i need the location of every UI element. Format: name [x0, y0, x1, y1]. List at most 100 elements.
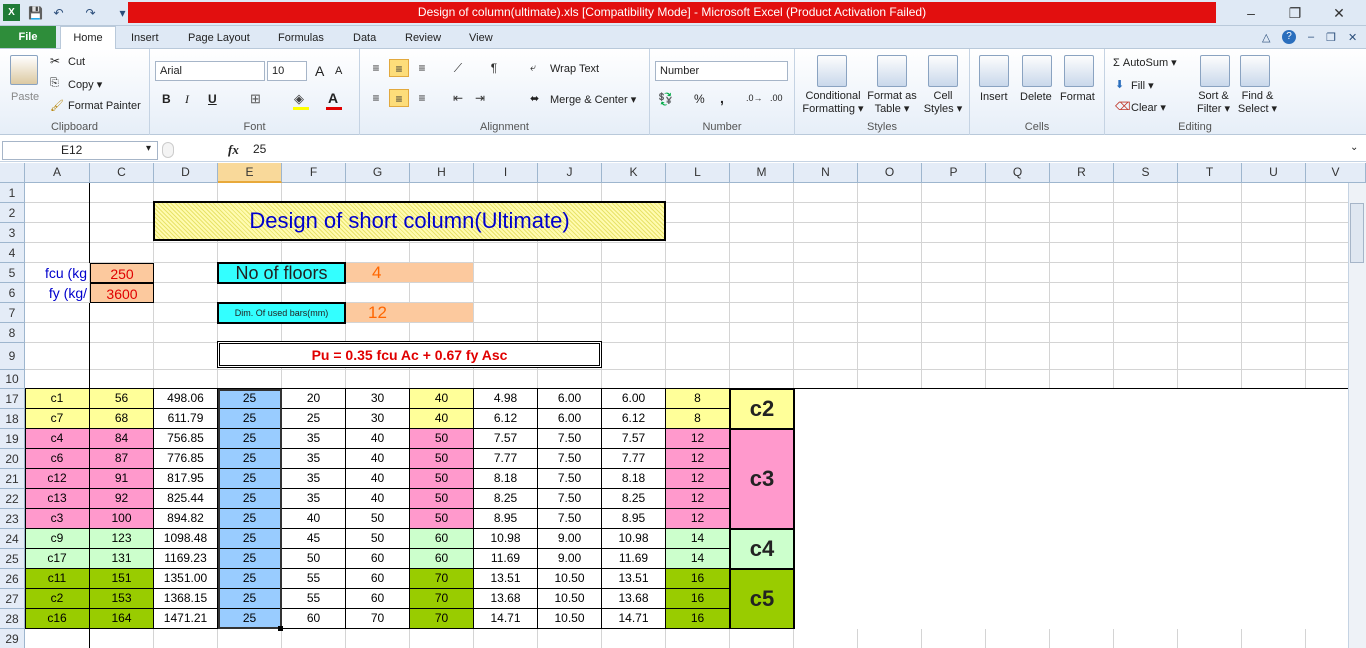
table-cell[interactable]: 40 — [410, 389, 474, 409]
tab-insert[interactable]: Insert — [131, 30, 159, 48]
grid-cell[interactable] — [218, 183, 282, 203]
grid-cell[interactable] — [154, 243, 218, 263]
grid-cell[interactable] — [986, 303, 1050, 323]
grid-cell[interactable] — [794, 223, 858, 243]
table-cell[interactable]: 12 — [666, 469, 730, 489]
table-cell[interactable]: c6 — [25, 449, 90, 469]
column-header-p[interactable]: P — [922, 163, 986, 183]
grid-cell[interactable] — [282, 183, 346, 203]
table-cell[interactable]: 10.50 — [538, 609, 602, 629]
column-header-t[interactable]: T — [1178, 163, 1242, 183]
table-cell[interactable]: 70 — [410, 569, 474, 589]
font-size-select[interactable]: 10 — [267, 61, 307, 81]
table-cell[interactable]: 100 — [90, 509, 154, 529]
name-box-dropdown-icon[interactable]: ▾ — [146, 143, 151, 154]
grid-cell[interactable] — [154, 283, 218, 303]
table-cell[interactable]: 7.50 — [538, 509, 602, 529]
align-bottom-icon[interactable]: ≡ — [412, 59, 432, 77]
grid-cell[interactable] — [1114, 283, 1178, 303]
table-cell[interactable]: 11.69 — [602, 549, 666, 569]
clear-button[interactable]: Clear ▾ — [1131, 101, 1166, 114]
row-header[interactable]: 2 — [0, 203, 25, 223]
italic-button[interactable]: I — [185, 92, 189, 107]
grid-cell[interactable] — [1050, 183, 1114, 203]
row-header[interactable]: 19 — [0, 429, 25, 449]
grid-cell[interactable] — [794, 323, 858, 343]
grid-cell[interactable] — [730, 223, 794, 243]
paste-button[interactable]: Paste — [11, 91, 39, 103]
table-cell[interactable]: 13.68 — [474, 589, 538, 609]
grid-cell[interactable] — [1050, 370, 1114, 389]
grid-cell[interactable] — [410, 629, 474, 648]
sort-filter-icon[interactable] — [1200, 55, 1230, 87]
table-cell[interactable]: 16 — [666, 589, 730, 609]
grid-cell[interactable] — [346, 629, 410, 648]
table-cell[interactable]: c13 — [25, 489, 90, 509]
table-cell[interactable]: c7 — [25, 409, 90, 429]
grid-cell[interactable] — [922, 370, 986, 389]
table-cell[interactable]: 60 — [346, 589, 410, 609]
table-cell[interactable]: 35 — [282, 449, 346, 469]
grid-cell[interactable] — [1050, 343, 1114, 370]
table-cell[interactable]: 611.79 — [154, 409, 218, 429]
worksheet-grid[interactable]: A C D E F G H I J K L M N O P Q R S T U V 1 2 3 4 5 6 7 8 9 10 17 18 19 20… — [0, 163, 1366, 648]
grid-cell[interactable] — [1050, 283, 1114, 303]
wrap-text-icon[interactable]: ⤶ — [530, 62, 536, 75]
merge-center-button[interactable]: Merge & Center ▾ — [550, 93, 636, 106]
column-header-e[interactable]: E — [218, 163, 282, 183]
table-cell[interactable]: 756.85 — [154, 429, 218, 449]
row-header[interactable]: 8 — [0, 323, 25, 343]
table-cell[interactable]: 6.00 — [538, 389, 602, 409]
format-cells-icon[interactable] — [1064, 55, 1094, 87]
table-cell[interactable]: 776.85 — [154, 449, 218, 469]
close-button[interactable]: ✕ — [1324, 3, 1354, 23]
grid-cell[interactable] — [1178, 183, 1242, 203]
grid-cell[interactable] — [1242, 370, 1306, 389]
grid-cell[interactable] — [410, 243, 474, 263]
insert-cells-icon[interactable] — [979, 55, 1009, 87]
grid-cell[interactable] — [730, 263, 794, 283]
grid-cell[interactable] — [1114, 263, 1178, 283]
table-cell[interactable]: 55 — [282, 589, 346, 609]
table-cell[interactable]: 12 — [666, 449, 730, 469]
table-cell[interactable]: 40 — [346, 469, 410, 489]
grid-cell[interactable] — [538, 370, 602, 389]
grid-cell[interactable] — [602, 263, 666, 283]
table-cell[interactable]: 6.00 — [602, 389, 666, 409]
table-cell[interactable]: 50 — [346, 529, 410, 549]
table-cell[interactable]: 68 — [90, 409, 154, 429]
find-select-icon[interactable] — [1240, 55, 1270, 87]
table-cell[interactable]: 40 — [346, 429, 410, 449]
grid-cell[interactable] — [794, 629, 858, 648]
increase-indent-icon[interactable]: ⇥ — [470, 89, 490, 107]
column-header-l[interactable]: L — [666, 163, 730, 183]
cell-styles-icon[interactable] — [928, 55, 958, 87]
table-cell[interactable]: 45 — [282, 529, 346, 549]
grid-cell[interactable] — [1050, 323, 1114, 343]
table-cell[interactable]: 55 — [282, 569, 346, 589]
grid-cell[interactable] — [666, 283, 730, 303]
row-header[interactable]: 28 — [0, 609, 25, 629]
column-header-i[interactable]: I — [474, 163, 538, 183]
table-cell[interactable]: 1098.48 — [154, 529, 218, 549]
grid-cell[interactable] — [602, 343, 666, 370]
grid-cell[interactable] — [1178, 323, 1242, 343]
grid-cell[interactable] — [986, 283, 1050, 303]
grid-cell[interactable] — [730, 203, 794, 223]
column-header-c[interactable]: C — [90, 163, 154, 183]
grid-cell[interactable] — [346, 283, 410, 303]
grid-cell[interactable] — [154, 183, 218, 203]
grid-cell[interactable] — [922, 183, 986, 203]
table-cell[interactable]: 10.50 — [538, 589, 602, 609]
table-cell[interactable]: 1471.21 — [154, 609, 218, 629]
column-header-f[interactable]: F — [282, 163, 346, 183]
table-cell[interactable]: 16 — [666, 569, 730, 589]
grid-cell[interactable] — [474, 323, 538, 343]
grid-cell[interactable] — [1242, 183, 1306, 203]
find-select-button[interactable]: Find & Select ▾ — [1235, 90, 1280, 116]
grid-cell[interactable] — [730, 283, 794, 303]
doc-minimize-icon[interactable]: – — [1308, 31, 1314, 43]
align-right-icon[interactable]: ≡ — [412, 89, 432, 107]
column-header-v[interactable]: V — [1306, 163, 1366, 183]
table-cell[interactable]: 50 — [282, 549, 346, 569]
